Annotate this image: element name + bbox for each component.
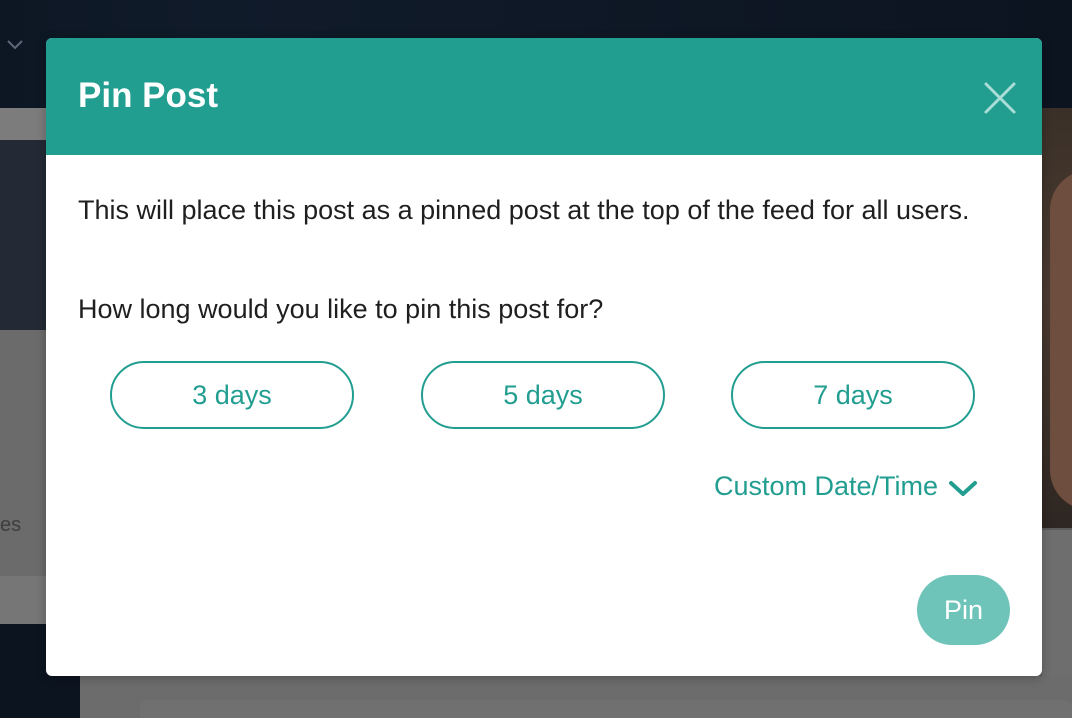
duration-5-days-button[interactable]: 5 days — [421, 361, 665, 429]
dialog-description: This will place this post as a pinned po… — [78, 195, 970, 225]
background-left-text-fragment: es — [0, 514, 22, 536]
duration-7-days-button[interactable]: 7 days — [731, 361, 975, 429]
background-left-image — [0, 140, 46, 330]
pin-post-dialog: Pin Post This will place this post as a … — [46, 38, 1042, 676]
background-left-strip — [0, 108, 46, 140]
background-right-photo-subject — [1050, 170, 1072, 510]
chevron-down-icon — [949, 481, 978, 496]
close-button[interactable] — [980, 78, 1020, 118]
duration-question: How long would you like to pin this post… — [78, 294, 604, 324]
custom-date-time-label: Custom Date/Time — [714, 470, 939, 501]
custom-date-time-toggle[interactable]: Custom Date/Time — [714, 466, 978, 506]
dialog-header: Pin Post — [46, 38, 1042, 155]
pin-button[interactable]: Pin — [917, 575, 1010, 645]
duration-3-days-button[interactable]: 3 days — [110, 361, 354, 429]
close-icon — [984, 82, 1016, 114]
background-left-card — [0, 330, 46, 576]
app-page: es Pin Post This will place this post as… — [0, 0, 1072, 718]
chevron-down-icon — [7, 40, 23, 50]
background-bottom-inner-card — [140, 700, 1072, 718]
background-left-band — [0, 576, 46, 624]
dialog-title: Pin Post — [78, 76, 219, 115]
